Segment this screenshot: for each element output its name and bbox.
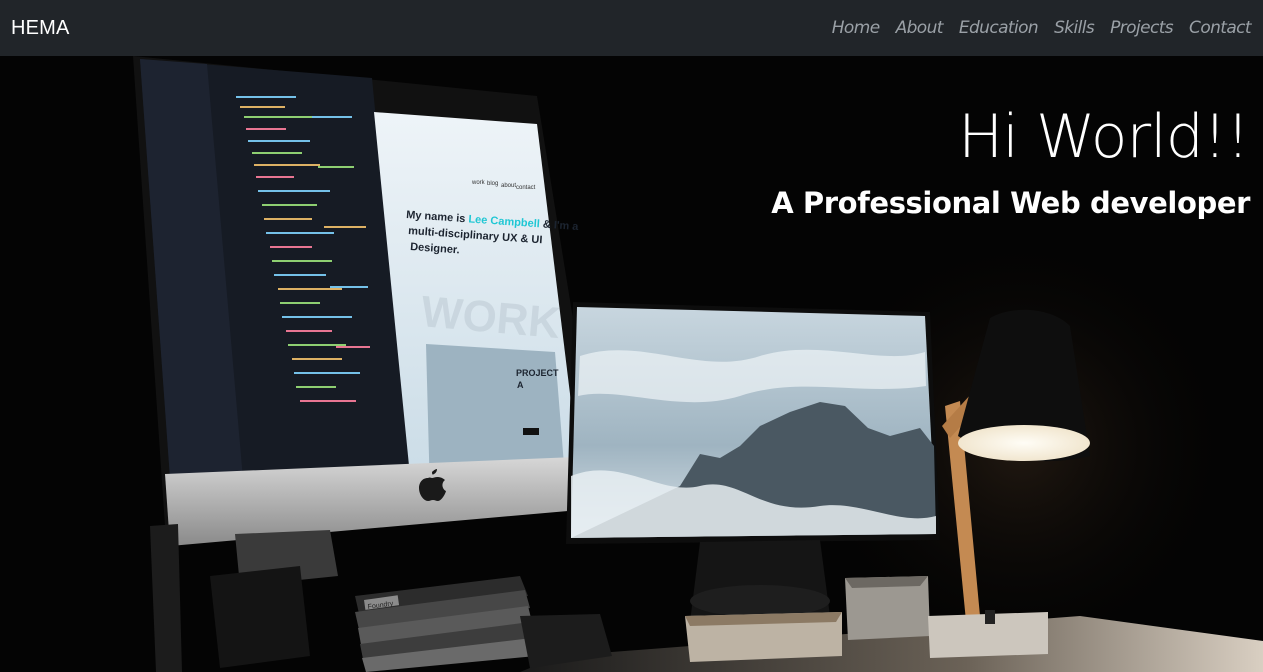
screen-nav-about: about — [501, 183, 516, 189]
brand-logo[interactable]: HEMA — [11, 17, 70, 40]
nav-link-projects[interactable]: Projects — [1110, 18, 1174, 38]
screen-nav-contact: contact — [516, 185, 536, 191]
nav-links: Home About Education Skills Projects Con… — [832, 18, 1252, 38]
hero-section: work blog about contact My name is Lee C… — [0, 56, 1263, 672]
navbar: HEMA Home About Education Skills Project… — [0, 0, 1263, 56]
screen-project-title-2: A — [517, 380, 524, 390]
second-monitor-base — [690, 585, 830, 617]
desk-item-dark — [210, 566, 310, 668]
hero-headline: Hi World!! — [958, 102, 1250, 172]
nav-link-contact[interactable]: Contact — [1189, 18, 1252, 38]
screen-nav-blog: blog — [487, 181, 498, 187]
screen-nav-work: work — [471, 180, 486, 186]
nav-link-home[interactable]: Home — [832, 18, 880, 38]
nav-link-about[interactable]: About — [896, 18, 944, 38]
hero-subline: A Professional Web developer — [771, 186, 1250, 220]
nav-link-skills[interactable]: Skills — [1054, 18, 1095, 38]
nav-link-education[interactable]: Education — [959, 18, 1039, 38]
screen-project-title-1: PROJECT — [516, 368, 559, 378]
